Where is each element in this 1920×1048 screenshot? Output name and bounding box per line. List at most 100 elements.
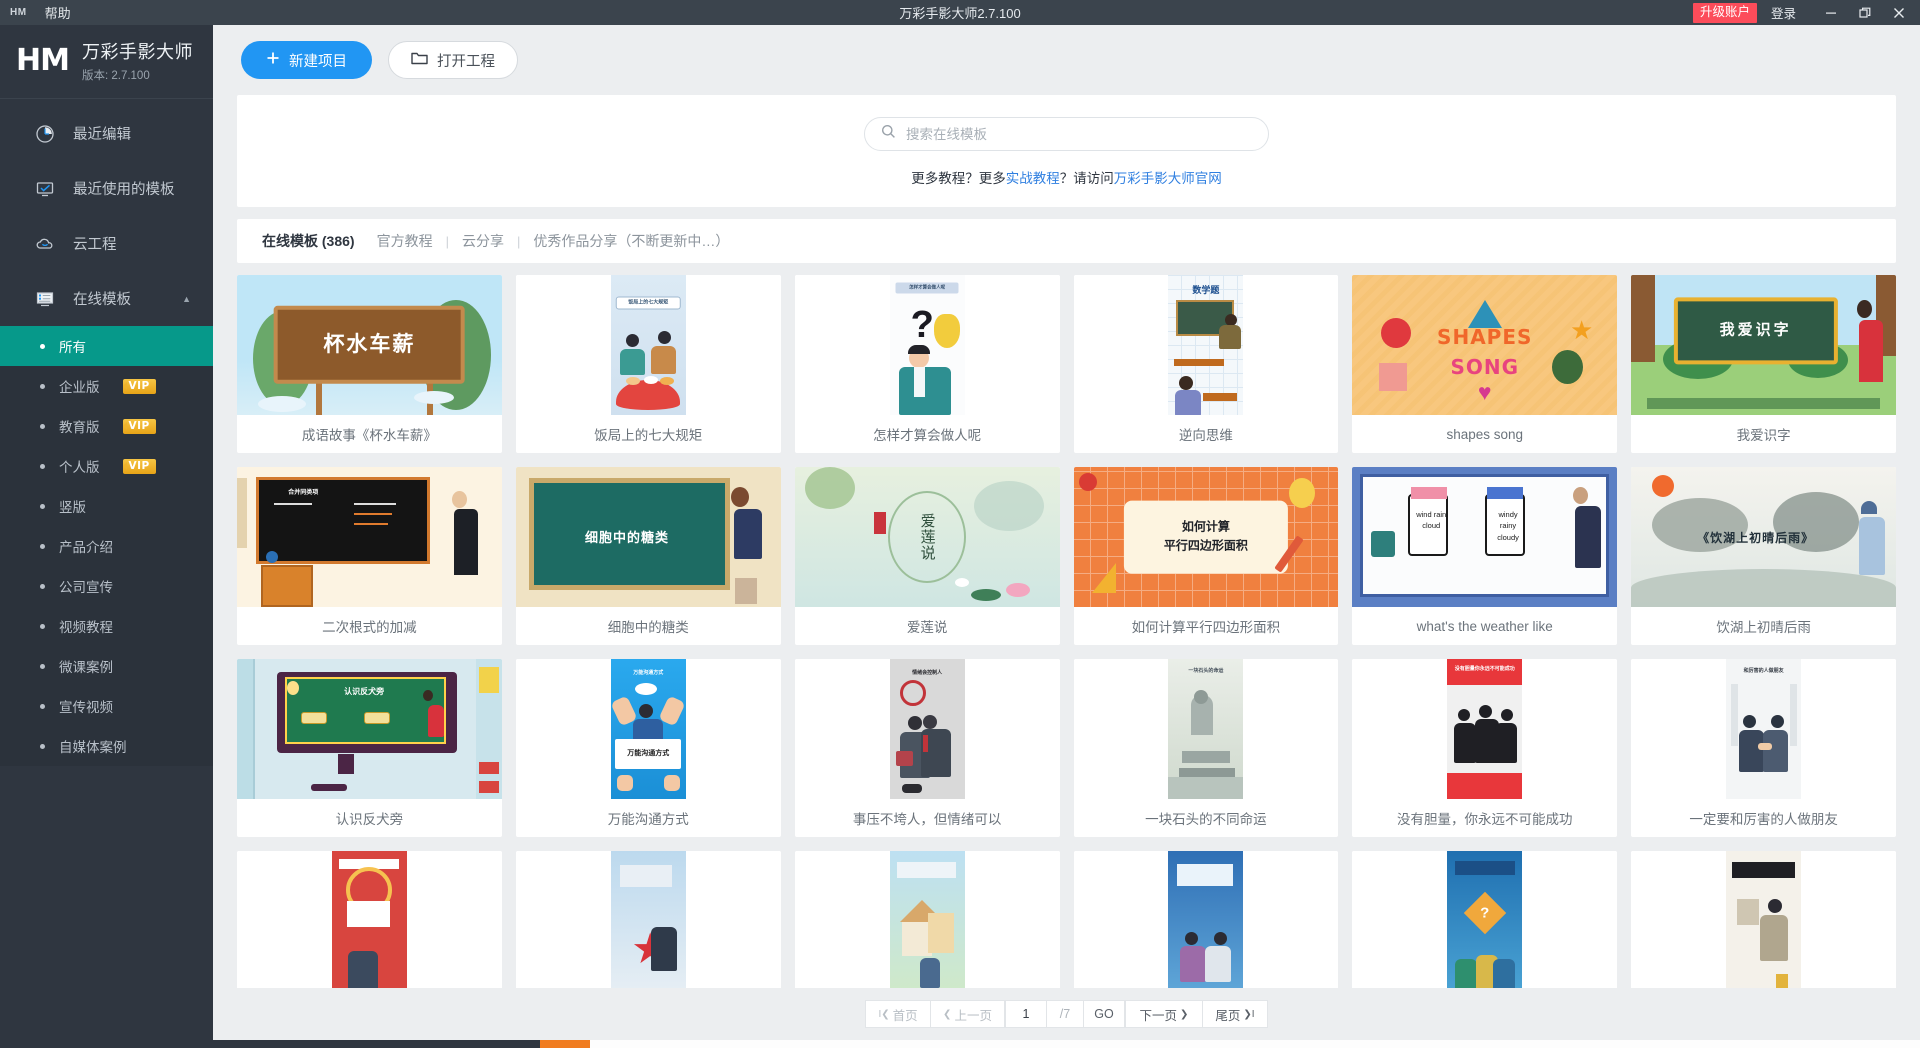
template-card[interactable]: 饭局上的七大规矩 饭局上的七大规矩	[515, 275, 781, 453]
restore-icon[interactable]	[1848, 0, 1882, 25]
template-card[interactable]	[1073, 851, 1339, 988]
template-card[interactable]: 合并同类项 二次根式的加减	[237, 467, 502, 645]
template-card[interactable]: 如何计算 平行四边形面积 如何计算平行四边形面积	[1073, 467, 1339, 645]
template-card[interactable]	[237, 851, 502, 988]
art-blackboard-outdoor: 我爱识字	[1631, 275, 1896, 415]
sidebar-item-recent-templates[interactable]: 最近使用的模板	[0, 161, 213, 216]
bottom-strip	[0, 1040, 1920, 1048]
sidebar-item-product-intro[interactable]: 产品介绍	[0, 526, 213, 566]
tab-official-tutorial[interactable]: 官方教程	[375, 231, 435, 251]
template-card[interactable]: wind rain cloud windy rainy cloudy what'…	[1352, 467, 1618, 645]
sidebar-subitem-label: 产品介绍	[59, 540, 113, 555]
chevron-up-icon[interactable]: ▲	[182, 294, 191, 304]
upgrade-account-button[interactable]: 升级账户	[1692, 2, 1757, 23]
art-parallelogram: 如何计算 平行四边形面积	[1073, 467, 1339, 607]
sidebar-item-company-promo[interactable]: 公司宣传	[0, 566, 213, 606]
art-text: 细胞中的糖类	[585, 530, 670, 546]
template-card[interactable]: 一块石头的命运 一块石头的不同命运	[1073, 659, 1339, 837]
template-card[interactable]: 细胞中的糖类 细胞中的糖类	[515, 467, 781, 645]
template-thumbnail: 没有胆量你永远不可能成功	[1352, 659, 1618, 799]
sidebar-item-promo-video[interactable]: 宣传视频	[0, 686, 213, 726]
template-label: 饮湖上初晴后雨	[1716, 620, 1811, 635]
login-button[interactable]: 登录	[1771, 3, 1796, 22]
chevron-right-icon: ❯	[1180, 1008, 1189, 1020]
template-card[interactable]: ★ ♥ SHAPES SONG shapes song	[1352, 275, 1618, 453]
sidebar-subitem-label: 个人版	[59, 460, 100, 475]
template-card[interactable]: 和厉害的人做朋友 一定要和厉害的人做朋友	[1631, 659, 1896, 837]
go-button[interactable]: GO	[1082, 1000, 1125, 1028]
new-project-button[interactable]: 新建项目	[241, 41, 372, 79]
template-thumbnail: 《饮湖上初晴后雨》	[1631, 467, 1896, 607]
tab-featured-works[interactable]: 优秀作品分享（不断更新中…）	[531, 231, 731, 251]
tab-cloud-share[interactable]: 云分享	[460, 231, 506, 251]
template-label: 万能沟通方式	[607, 812, 689, 827]
vip-badge: VIP	[122, 378, 156, 394]
bullet-icon	[40, 623, 45, 629]
sidebar-item-video-tutorial[interactable]: 视频教程	[0, 606, 213, 646]
open-project-label: 打开工程	[437, 53, 495, 70]
tutorial-link-official-site[interactable]: 万彩手影大师官网	[1114, 171, 1222, 186]
art-cheng-yu-sign: 杯水车薪	[237, 275, 502, 415]
art-text: SHAPES	[1437, 325, 1533, 350]
template-thumbnail: 万能沟通方式 万能沟通方式	[515, 659, 781, 799]
template-card[interactable]	[515, 851, 781, 988]
template-card[interactable]	[794, 851, 1060, 988]
template-card[interactable]: 没有胆量你永远不可能成功 没有胆量，你永远不可能成功	[1352, 659, 1618, 837]
template-grid-scroll[interactable]: 杯水车薪 成语故事《杯水车薪》 饭局上的七大规矩 饭局上的七大规矩 怎样才算会做…	[237, 275, 1896, 988]
template-card[interactable]: 我爱识字 我爱识字	[1631, 275, 1896, 453]
search-input[interactable]	[906, 126, 1252, 142]
template-card[interactable]: ?	[1352, 851, 1618, 988]
template-card[interactable]: 杯水车薪 成语故事《杯水车薪》	[237, 275, 502, 453]
bullet-icon	[40, 583, 45, 589]
search-box[interactable]	[864, 117, 1269, 151]
art-text: 爱莲说	[918, 513, 936, 561]
next-page-button[interactable]: 下一页 ❯	[1124, 1000, 1203, 1028]
art-question-man: 怎样才算会做人呢 ?	[889, 275, 965, 415]
template-card[interactable]: 认识反犬旁 认识反犬旁	[237, 659, 502, 837]
art-text: 情绪会控制人	[912, 669, 943, 676]
art-row4-f	[1726, 851, 1802, 988]
last-page-button[interactable]: 尾页 ❯I	[1201, 1000, 1268, 1028]
sidebar-item-selfmedia[interactable]: 自媒体案例	[0, 726, 213, 766]
template-thumbnail	[237, 851, 502, 988]
open-project-button[interactable]: 打开工程	[388, 41, 518, 79]
template-card[interactable]: 怎样才算会做人呢 ? 怎样才算会做人呢	[794, 275, 1060, 453]
pagination-input-group: 1 /7 GO	[1004, 1000, 1125, 1028]
sidebar-subitem-label: 教育版	[59, 420, 100, 435]
first-page-button[interactable]: I❮ 首页	[865, 1000, 932, 1028]
sidebar-item-online-templates[interactable]: 在线模板 ▲	[0, 271, 213, 326]
template-card[interactable]: 万能沟通方式 万能沟通方式 万能沟通方式	[515, 659, 781, 837]
sidebar-item-education[interactable]: 教育版 VIP	[0, 406, 213, 446]
page-number-input[interactable]: 1	[1004, 1000, 1047, 1028]
sidebar-item-vertical[interactable]: 竖版	[0, 486, 213, 526]
bullet-icon	[40, 423, 45, 429]
sidebar-item-cloud-projects[interactable]: 云工程	[0, 216, 213, 271]
template-thumbnail: 杯水车薪	[237, 275, 502, 415]
folder-icon	[411, 51, 428, 70]
prev-page-button[interactable]: ❮ 上一页	[930, 1000, 1005, 1028]
template-card[interactable]: 爱莲说 爱莲说	[794, 467, 1060, 645]
tutorial-mid: ？请访问	[1059, 171, 1114, 186]
tutorial-link-practical[interactable]: 实战教程	[1006, 171, 1060, 186]
template-card[interactable]	[1631, 851, 1896, 988]
close-icon[interactable]	[1882, 0, 1916, 25]
template-card[interactable]: 情绪会控制人 事压不垮人，但情绪可以	[794, 659, 1060, 837]
brand-version: 版本: 2.7.100	[81, 70, 150, 82]
template-thumbnail: 认识反犬旁	[237, 659, 502, 799]
art-text: 平行四边形面积	[1163, 538, 1248, 553]
tab-online-templates[interactable]: 在线模板 (386)	[260, 231, 357, 251]
template-thumbnail: 数学题	[1073, 275, 1339, 415]
bullet-icon	[40, 663, 45, 669]
sidebar-item-recent-edits[interactable]: 最近编辑	[0, 106, 213, 161]
template-thumbnail: ?	[1352, 851, 1618, 988]
minimize-icon[interactable]	[1814, 0, 1848, 25]
template-thumbnail	[515, 851, 781, 988]
template-card[interactable]: 《饮湖上初晴后雨》 饮湖上初晴后雨	[1631, 467, 1896, 645]
template-card[interactable]: 数学题 逆向思维	[1073, 275, 1339, 453]
sidebar-item-microlesson[interactable]: 微课案例	[0, 646, 213, 686]
menu-help[interactable]: 帮助	[45, 3, 71, 22]
template-thumbnail: 情绪会控制人	[794, 659, 1060, 799]
sidebar-item-all[interactable]: 所有	[0, 326, 213, 366]
sidebar-item-personal[interactable]: 个人版 VIP	[0, 446, 213, 486]
sidebar-item-enterprise[interactable]: 企业版 VIP	[0, 366, 213, 406]
